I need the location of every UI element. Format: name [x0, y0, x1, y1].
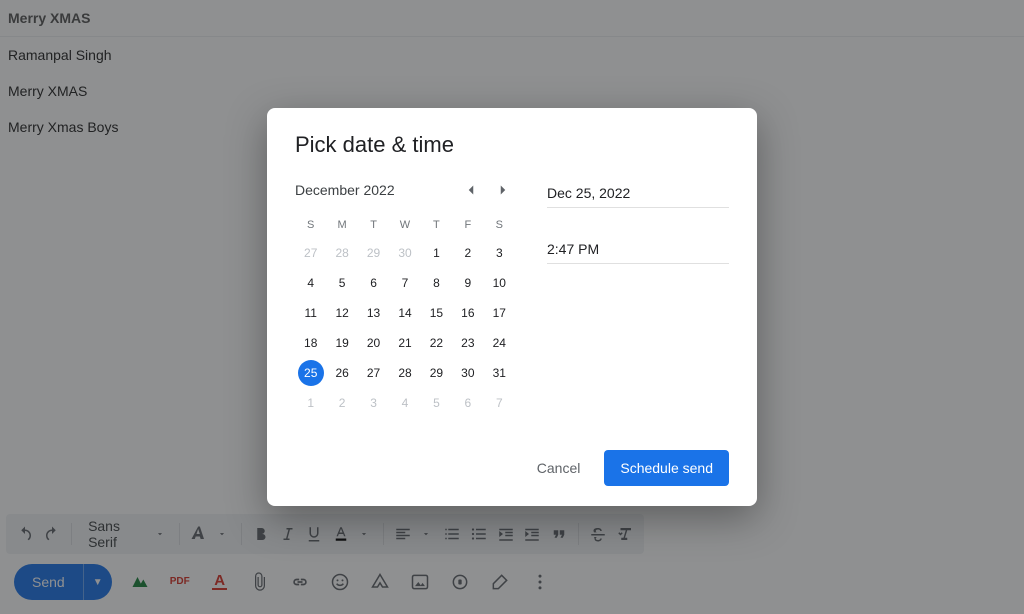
time-input[interactable]: 2:47 PM	[547, 234, 729, 264]
prev-month-button[interactable]	[459, 178, 483, 202]
schedule-send-button[interactable]: Schedule send	[604, 450, 729, 486]
calendar-day: 6	[452, 388, 483, 418]
calendar-day: 1	[295, 388, 326, 418]
schedule-send-dialog: Pick date & time December 2022 SMTWTFS 2…	[267, 108, 757, 506]
calendar-day[interactable]: 8	[421, 268, 452, 298]
dialog-title: Pick date & time	[295, 132, 729, 158]
calendar-dow: F	[452, 212, 483, 238]
calendar-day[interactable]: 15	[421, 298, 452, 328]
calendar-dow: T	[358, 212, 389, 238]
calendar-day[interactable]: 22	[421, 328, 452, 358]
calendar-day[interactable]: 9	[452, 268, 483, 298]
calendar-day[interactable]: 5	[326, 268, 357, 298]
datetime-inputs: Dec 25, 2022 2:47 PM	[547, 178, 729, 438]
calendar-day[interactable]: 4	[295, 268, 326, 298]
modal-overlay[interactable]: Pick date & time December 2022 SMTWTFS 2…	[0, 0, 1024, 614]
calendar-day[interactable]: 12	[326, 298, 357, 328]
calendar-day[interactable]: 13	[358, 298, 389, 328]
calendar-day[interactable]: 3	[484, 238, 515, 268]
calendar-day[interactable]: 25	[295, 358, 326, 388]
calendar-day[interactable]: 23	[452, 328, 483, 358]
calendar-dow: M	[326, 212, 357, 238]
calendar-day[interactable]: 7	[389, 268, 420, 298]
calendar-day[interactable]: 30	[452, 358, 483, 388]
calendar-dow: S	[295, 212, 326, 238]
calendar-day[interactable]: 11	[295, 298, 326, 328]
calendar-day[interactable]: 24	[484, 328, 515, 358]
calendar-day[interactable]: 19	[326, 328, 357, 358]
date-input[interactable]: Dec 25, 2022	[547, 178, 729, 208]
calendar-day[interactable]: 27	[358, 358, 389, 388]
calendar-day: 5	[421, 388, 452, 418]
calendar-dow: W	[389, 212, 420, 238]
calendar-month-label: December 2022	[295, 182, 395, 198]
calendar-day[interactable]: 10	[484, 268, 515, 298]
calendar-day: 2	[326, 388, 357, 418]
calendar-day[interactable]: 17	[484, 298, 515, 328]
calendar-day: 3	[358, 388, 389, 418]
calendar-day[interactable]: 2	[452, 238, 483, 268]
calendar-day[interactable]: 21	[389, 328, 420, 358]
app-root: Merry XMASRamanpal SinghMerry XMASMerry …	[0, 0, 1024, 614]
calendar-day[interactable]: 16	[452, 298, 483, 328]
calendar-day[interactable]: 14	[389, 298, 420, 328]
calendar-day[interactable]: 26	[326, 358, 357, 388]
calendar-day: 4	[389, 388, 420, 418]
calendar-day: 27	[295, 238, 326, 268]
calendar-day[interactable]: 31	[484, 358, 515, 388]
calendar-dow: S	[484, 212, 515, 238]
next-month-button[interactable]	[491, 178, 515, 202]
calendar-day: 29	[358, 238, 389, 268]
cancel-button[interactable]: Cancel	[525, 452, 593, 484]
calendar: December 2022 SMTWTFS 272829301234567891…	[295, 178, 515, 438]
calendar-day[interactable]: 20	[358, 328, 389, 358]
calendar-day[interactable]: 28	[389, 358, 420, 388]
calendar-day: 28	[326, 238, 357, 268]
calendar-dow: T	[421, 212, 452, 238]
calendar-day[interactable]: 29	[421, 358, 452, 388]
calendar-day: 7	[484, 388, 515, 418]
calendar-day[interactable]: 6	[358, 268, 389, 298]
calendar-day[interactable]: 18	[295, 328, 326, 358]
calendar-day: 30	[389, 238, 420, 268]
calendar-day[interactable]: 1	[421, 238, 452, 268]
